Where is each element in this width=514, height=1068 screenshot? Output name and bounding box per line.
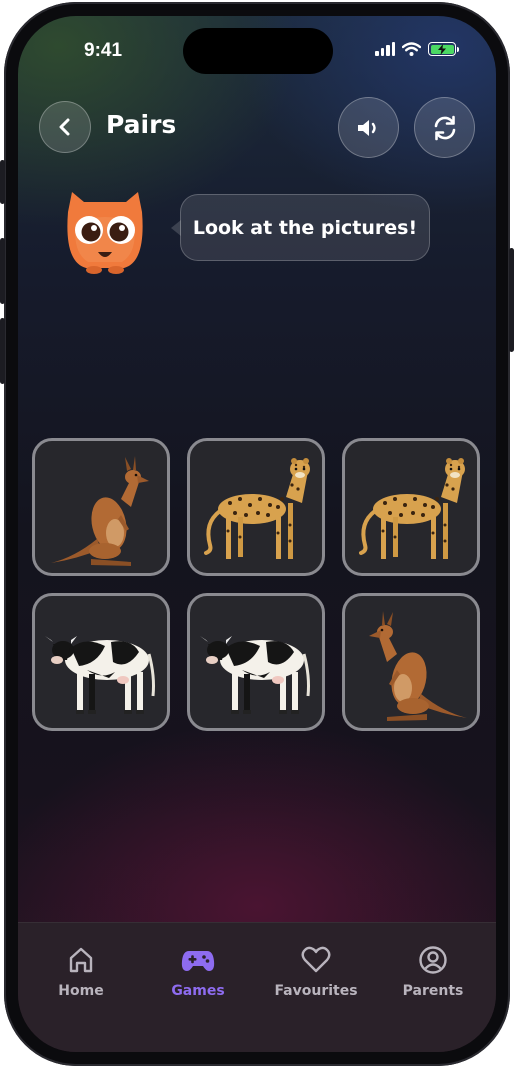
- dynamic-island: [183, 28, 333, 74]
- kangaroo-image: [369, 611, 467, 721]
- cow-image: [45, 636, 155, 714]
- tab-favourites-label: Favourites: [274, 983, 358, 999]
- cellular-signal-icon: [375, 42, 395, 56]
- heart-icon: [301, 946, 331, 973]
- tab-home-label: Home: [58, 983, 104, 999]
- status-time: 9:41: [84, 40, 123, 61]
- sound-button[interactable]: [338, 97, 399, 158]
- tab-home[interactable]: Home: [26, 923, 136, 1013]
- card-leopard[interactable]: [342, 438, 480, 576]
- gamepad-icon: [181, 951, 215, 971]
- speaker-icon: [357, 119, 376, 136]
- home-icon: [69, 947, 93, 973]
- app-screen: 9:41 Pairs Look at the pictures! Home Ga…: [18, 16, 496, 1052]
- battery-icon: [428, 42, 459, 56]
- status-icons: [375, 42, 459, 56]
- refresh-icon: [434, 115, 455, 140]
- user-circle-icon: [419, 946, 447, 974]
- tab-games-label: Games: [171, 983, 225, 999]
- volume-up-button: [0, 238, 5, 304]
- speech-bubble: Look at the pictures!: [180, 194, 430, 261]
- leopard-image: [359, 458, 465, 559]
- back-button[interactable]: [39, 101, 91, 153]
- orange-owl-mascot-icon: [67, 192, 143, 274]
- card-leopard[interactable]: [187, 438, 325, 576]
- cow-image: [200, 636, 310, 714]
- page-title: Pairs: [106, 110, 177, 139]
- power-button: [509, 248, 514, 352]
- card-cow[interactable]: [187, 593, 325, 731]
- leopard-image: [204, 458, 310, 559]
- card-kangaroo[interactable]: [32, 438, 170, 576]
- card-kangaroo[interactable]: [342, 593, 480, 731]
- chevron-left-icon: [59, 118, 70, 136]
- wifi-icon: [402, 42, 421, 56]
- tab-parents-label: Parents: [402, 983, 464, 999]
- tab-favourites[interactable]: Favourites: [261, 923, 371, 1013]
- tab-parents[interactable]: Parents: [378, 923, 488, 1013]
- reset-button[interactable]: [414, 97, 475, 158]
- bottom-tab-bar: Home Games Favourites Parents: [18, 922, 496, 1052]
- kangaroo-image: [51, 456, 149, 566]
- card-cow[interactable]: [32, 593, 170, 731]
- tab-games[interactable]: Games: [143, 923, 253, 1013]
- silent-switch: [0, 160, 5, 204]
- volume-down-button: [0, 318, 5, 384]
